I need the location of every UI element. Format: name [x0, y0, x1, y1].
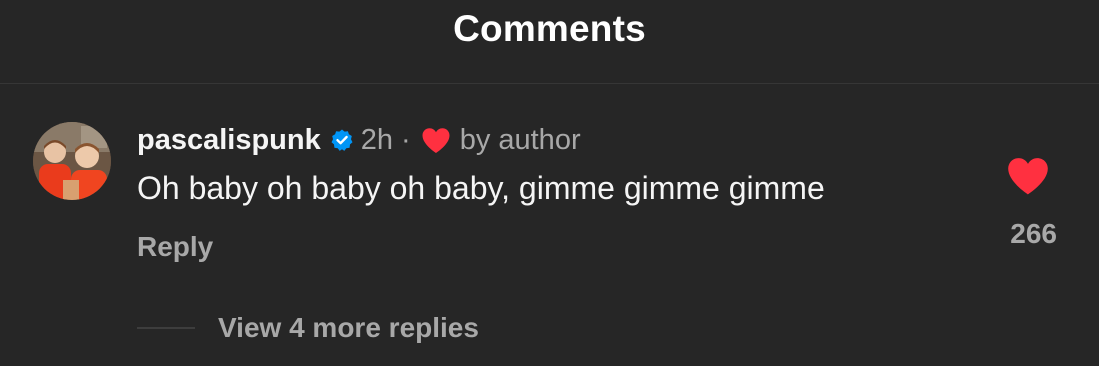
comment-text: Oh baby oh baby oh baby, gimme gimme gim…	[137, 170, 825, 206]
avatar-image	[33, 122, 111, 200]
liked-by-author-label: by author	[459, 123, 581, 156]
username[interactable]: pascalispunk	[137, 124, 321, 157]
like-button[interactable]	[1006, 156, 1050, 201]
heart-filled-icon	[1006, 158, 1050, 200]
heart-filled-icon	[421, 127, 451, 154]
separator-dot: ·	[401, 123, 411, 156]
timestamp: 2h	[360, 123, 394, 156]
comment-item: pascalispunk 2h · by author Oh baby oh b…	[0, 84, 1099, 366]
comment-meta: pascalispunk 2h · by author	[137, 122, 581, 158]
view-replies-label: View 4 more replies	[218, 312, 479, 343]
view-replies-button[interactable]: View 4 more replies	[137, 308, 479, 348]
verified-badge-icon	[330, 128, 354, 152]
replies-divider	[137, 327, 195, 329]
like-count: 266	[1010, 218, 1057, 249]
page-title: Comments	[453, 7, 646, 49]
avatar[interactable]	[33, 122, 111, 200]
comments-header: Comments	[0, 0, 1099, 84]
reply-button[interactable]: Reply	[137, 231, 213, 263]
